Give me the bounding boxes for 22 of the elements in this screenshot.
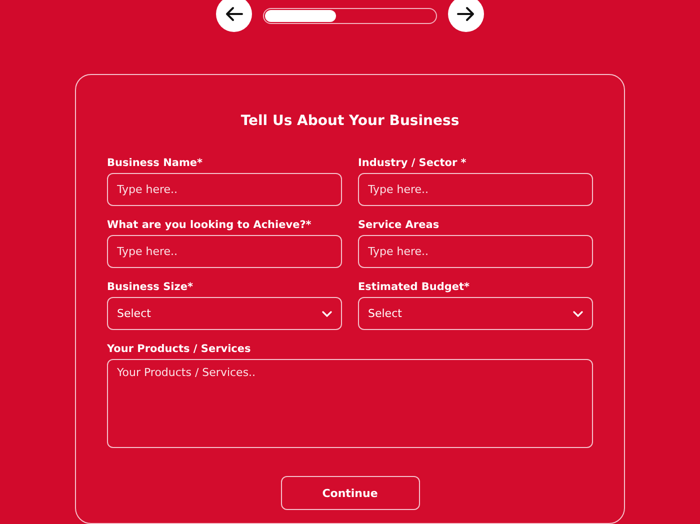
field-label: Industry / Sector * <box>358 157 468 169</box>
text-field[interactable]: Type here.. <box>107 235 342 268</box>
chevron-down-icon <box>573 310 583 316</box>
field-label: Business Name* <box>107 157 204 169</box>
field-label: What are you looking to Achieve?* <box>107 219 312 231</box>
select-dropdown[interactable]: Select <box>358 297 593 330</box>
back-button[interactable] <box>216 0 252 32</box>
field-label: Business Size* <box>107 281 194 293</box>
form-title: Tell Us About Your Business <box>240 113 460 129</box>
text-field[interactable]: Type here.. <box>358 173 593 206</box>
chevron-down-icon <box>322 310 332 316</box>
arrow-left-icon <box>225 6 243 22</box>
continue-button[interactable]: Continue <box>280 476 420 510</box>
field-label: Service Areas <box>358 219 440 231</box>
text-field[interactable]: Type here.. <box>358 235 593 268</box>
arrow-right-icon <box>457 6 475 22</box>
field-label: Estimated Budget* <box>358 281 471 293</box>
select-dropdown[interactable]: Select <box>107 297 342 330</box>
field-label: Your Products / Services <box>107 343 252 355</box>
next-button[interactable] <box>448 0 484 32</box>
text-area[interactable]: Your Products / Services.. <box>107 359 593 448</box>
text-field[interactable]: Type here.. <box>107 173 342 206</box>
